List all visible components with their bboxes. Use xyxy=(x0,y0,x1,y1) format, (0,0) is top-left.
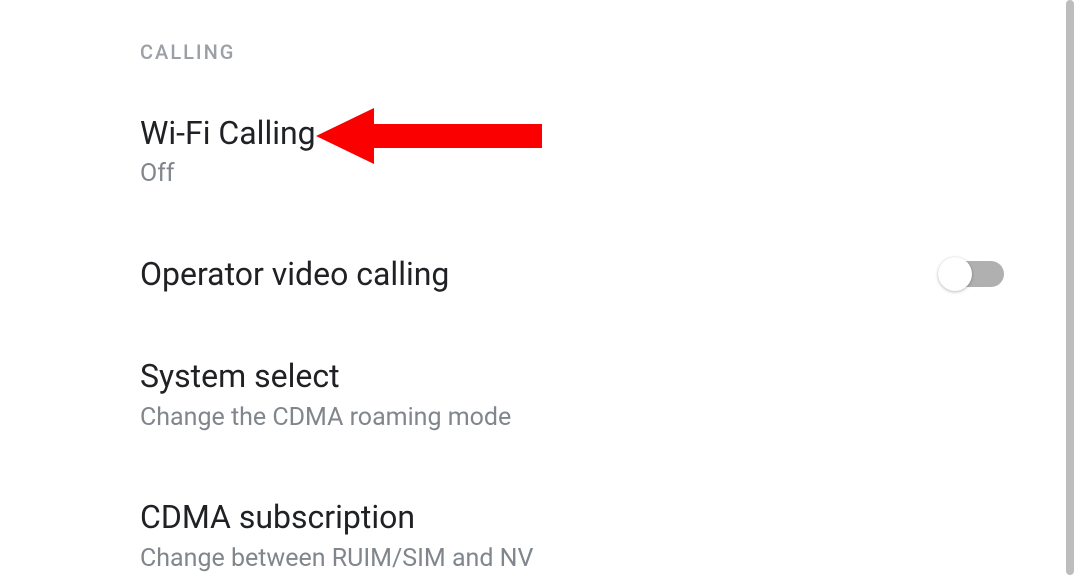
scrollbar-thumb[interactable] xyxy=(1066,0,1074,575)
setting-wifi-calling-text: Wi-Fi Calling Off xyxy=(140,114,316,191)
setting-cdma-subscription-text: CDMA subscription Change between RUIM/SI… xyxy=(140,498,533,575)
setting-system-select-text: System select Change the CDMA roaming mo… xyxy=(140,357,511,434)
setting-system-select-subtitle: Change the CDMA roaming mode xyxy=(140,402,511,435)
setting-operator-video-title: Operator video calling xyxy=(140,255,449,293)
setting-operator-video-text: Operator video calling xyxy=(140,255,449,293)
section-header-calling: CALLING xyxy=(140,40,1012,64)
setting-cdma-subscription-subtitle: Change between RUIM/SIM and NV xyxy=(140,543,533,575)
operator-video-toggle[interactable] xyxy=(942,261,1004,287)
setting-system-select[interactable]: System select Change the CDMA roaming mo… xyxy=(140,357,1012,434)
setting-operator-video-calling[interactable]: Operator video calling xyxy=(140,255,1012,293)
setting-wifi-calling-title: Wi-Fi Calling xyxy=(140,114,316,152)
toggle-thumb xyxy=(938,257,972,291)
setting-system-select-title: System select xyxy=(140,357,511,395)
setting-cdma-subscription-title: CDMA subscription xyxy=(140,498,533,536)
setting-cdma-subscription[interactable]: CDMA subscription Change between RUIM/SI… xyxy=(140,498,1012,575)
setting-wifi-calling-subtitle: Off xyxy=(140,158,316,191)
setting-wifi-calling[interactable]: Wi-Fi Calling Off xyxy=(140,114,1012,191)
scrollbar[interactable] xyxy=(1066,0,1080,575)
settings-list: CALLING Wi-Fi Calling Off Operator video… xyxy=(0,0,1060,575)
